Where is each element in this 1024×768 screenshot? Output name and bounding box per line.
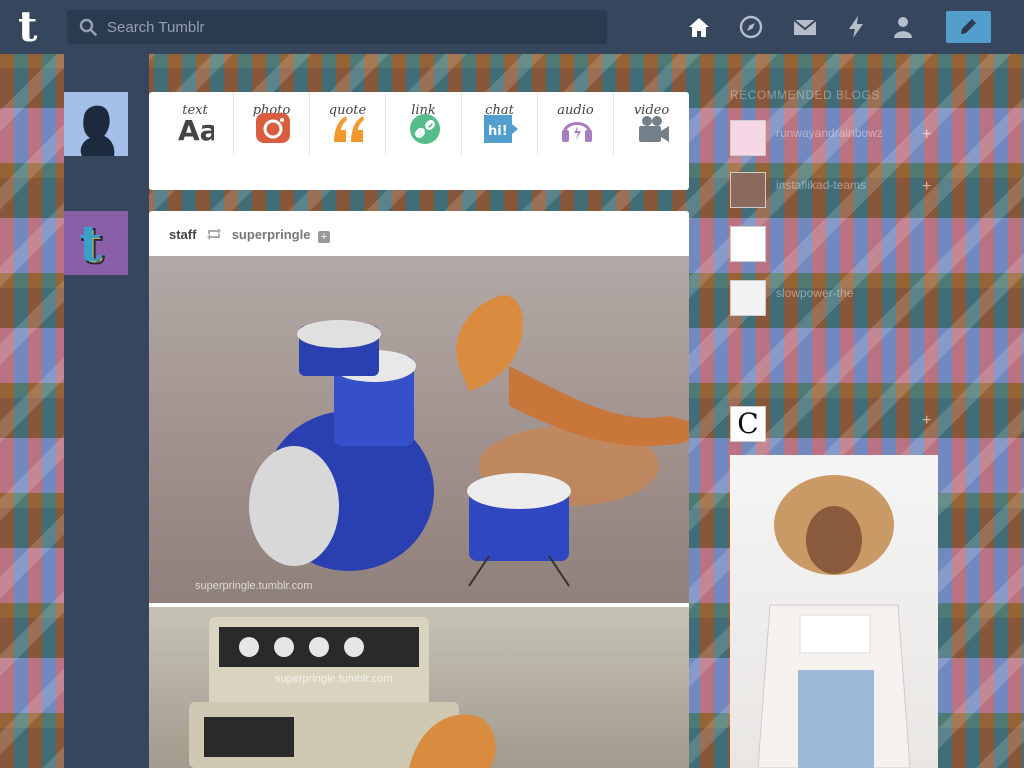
blog-avatar: C — [730, 406, 766, 442]
tumblr-logo[interactable]: t — [18, 6, 48, 48]
post-type-video[interactable]: video — [613, 92, 689, 156]
recommended-blog-item[interactable]: C + — [730, 406, 931, 446]
video-camera-icon — [639, 116, 669, 142]
recommended-blog-item[interactable]: slowpower-the — [730, 280, 915, 320]
activity-icon[interactable] — [843, 14, 869, 40]
home-icon[interactable] — [686, 14, 712, 40]
recommended-blog-item[interactable]: runwayandrainbowz + — [730, 120, 931, 160]
compose-button[interactable] — [946, 11, 991, 43]
post-header: staff superpringle + — [169, 227, 331, 243]
staff-avatar[interactable]: t t — [64, 211, 128, 276]
blog-name[interactable]: instaflikad-teams — [776, 178, 866, 192]
reblog-source[interactable]: superpringle — [232, 227, 311, 242]
post-type-chat[interactable]: chat hi! — [461, 92, 537, 156]
svg-text:Aa: Aa — [178, 114, 214, 144]
radar-post-image[interactable] — [730, 455, 938, 768]
post-type-quote[interactable]: quote — [309, 92, 385, 156]
blog-avatar — [730, 172, 766, 208]
lizard-amplifier-illustration — [189, 617, 496, 768]
follow-plus-icon[interactable]: + — [922, 413, 936, 429]
svg-text:hi!: hi! — [488, 124, 508, 139]
pencil-icon — [961, 19, 976, 34]
top-navigation: t — [0, 0, 1024, 54]
quote-icon — [334, 116, 364, 142]
recommended-blogs-title: RECOMMENDED BLOGS — [730, 88, 880, 102]
default-avatar-silhouette-icon — [64, 92, 128, 156]
blog-avatar — [730, 280, 766, 316]
post-photo-lizard-drums[interactable]: superpringle.tumblr.com — [149, 256, 689, 603]
post-type-selector: text Aa photo quote link chat hi! audio … — [149, 92, 689, 190]
chat-icon: hi! — [484, 115, 518, 143]
blog-name[interactable]: slowpower-the — [776, 286, 853, 300]
blog-name[interactable]: runwayandrainbowz — [776, 126, 883, 140]
post-type-audio[interactable]: audio — [537, 92, 613, 156]
link-icon — [410, 114, 440, 144]
headphones-icon — [562, 122, 592, 142]
inbox-icon[interactable] — [792, 14, 818, 40]
camera-icon — [256, 113, 290, 143]
post-type-text[interactable]: text Aa — [157, 92, 233, 156]
photo-watermark: superpringle.tumblr.com — [195, 580, 313, 592]
post-type-link[interactable]: link — [385, 92, 461, 156]
photo-watermark: superpringle.tumblr.com — [275, 673, 393, 685]
user-avatar[interactable] — [64, 92, 128, 156]
post-author[interactable]: staff — [169, 227, 196, 242]
svg-text:t: t — [79, 214, 102, 273]
follow-plus-icon[interactable]: + — [318, 231, 331, 243]
recommended-blog-item[interactable]: instaflikad-teams + — [730, 172, 931, 212]
recommended-blog-item[interactable] — [730, 226, 915, 266]
staff-tumblr-logo-icon: t t — [64, 211, 128, 276]
follow-plus-icon[interactable]: + — [922, 179, 936, 195]
explore-icon[interactable] — [738, 14, 764, 40]
follow-plus-icon[interactable]: + — [922, 127, 936, 143]
search-bar[interactable] — [67, 10, 607, 44]
post-type-photo[interactable]: photo — [233, 92, 309, 156]
blog-avatar — [730, 120, 766, 156]
blog-avatar — [730, 226, 766, 262]
text-aa-icon: Aa — [178, 114, 214, 144]
avatar-column — [64, 54, 149, 768]
reblog-icon — [207, 228, 222, 240]
radar-woman-illustration — [757, 475, 911, 768]
search-input[interactable] — [107, 10, 597, 44]
lizard-drummer-illustration — [249, 295, 689, 587]
dashboard-post: staff superpringle + superpringle.tumblr… — [149, 211, 689, 768]
post-photo-lizard-amp[interactable]: superpringle.tumblr.com — [149, 607, 689, 768]
account-icon[interactable] — [890, 14, 916, 40]
search-icon — [79, 18, 97, 36]
